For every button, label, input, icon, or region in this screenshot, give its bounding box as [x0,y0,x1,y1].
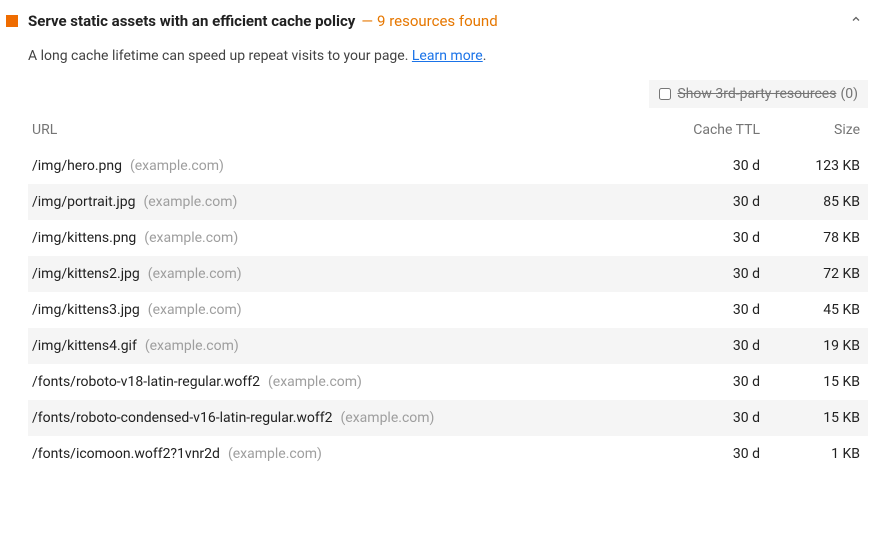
cell-size: 19 KB [760,338,860,354]
cell-ttl: 30 d [640,266,760,282]
cell-url: /fonts/roboto-v18-latin-regular.woff2 (ex… [32,374,640,390]
third-party-label: Show 3rd-party resources [677,86,836,102]
cell-ttl: 30 d [640,410,760,426]
resource-path: /fonts/roboto-condensed-v16-latin-regula… [32,410,333,426]
cell-url: /fonts/icomoon.woff2?1vnr2d (example.com) [32,446,640,462]
description-text: A long cache lifetime can speed up repea… [28,48,412,64]
cell-size: 123 KB [760,158,860,174]
cell-url: /img/hero.png (example.com) [32,158,640,174]
cell-ttl: 30 d [640,194,760,210]
cell-ttl: 30 d [640,158,760,174]
resource-path: /img/kittens2.jpg [32,266,140,282]
chevron-up-icon[interactable] [850,13,862,29]
cell-url: /img/kittens3.jpg (example.com) [32,302,640,318]
cell-size: 15 KB [760,410,860,426]
resource-domain: (example.com) [148,302,242,318]
cell-url: /img/portrait.jpg (example.com) [32,194,640,210]
cell-ttl: 30 d [640,302,760,318]
table-row: /img/kittens4.gif (example.com) 30 d19 KB [28,328,868,364]
resource-domain: (example.com) [143,194,237,210]
third-party-checkbox[interactable] [659,88,671,100]
third-party-toggle[interactable]: Show 3rd-party resources (0) [649,80,868,108]
audit-summary: 9 resources found [377,12,498,30]
resource-path: /fonts/roboto-v18-latin-regular.woff2 [32,374,260,390]
col-header-ttl: Cache TTL [640,122,760,138]
resource-domain: (example.com) [144,230,238,246]
resource-domain: (example.com) [268,374,362,390]
resources-table: URL Cache TTL Size /img/hero.png (example… [0,114,880,476]
resource-path: /img/kittens4.gif [32,338,137,354]
cell-size: 72 KB [760,266,860,282]
resource-path: /img/portrait.jpg [32,194,135,210]
learn-more-link[interactable]: Learn more [412,48,483,64]
cell-ttl: 30 d [640,374,760,390]
table-body: /img/hero.png(example.com)30 d123 KB/img… [28,148,868,472]
table-row: /img/kittens3.jpg (example.com) 30 d45 KB [28,292,868,328]
cell-size: 78 KB [760,230,860,246]
title-separator: — [361,12,373,30]
col-header-url: URL [32,122,640,138]
third-party-count: (0) [840,86,858,102]
cell-url: /img/kittens.png (example.com) [32,230,640,246]
table-row: /fonts/icomoon.woff2?1vnr2d (example.com)… [28,436,868,472]
resource-path: /img/hero.png [32,158,122,174]
resource-path: /fonts/icomoon.woff2?1vnr2d [32,446,220,462]
table-row: /img/portrait.jpg (example.com) 30 d85 KB [28,184,868,220]
severity-indicator-icon [6,15,18,27]
table-row: /img/kittens2.jpg (example.com) 30 d72 KB [28,256,868,292]
cell-url: /fonts/roboto-condensed-v16-latin-regula… [32,410,640,426]
col-header-size: Size [760,122,860,138]
audit-description: A long cache lifetime can speed up repea… [0,34,880,74]
resource-domain: (example.com) [228,446,322,462]
resource-path: /img/kittens.png [32,230,136,246]
cell-size: 45 KB [760,302,860,318]
table-row: /fonts/roboto-v18-latin-regular.woff2 (ex… [28,364,868,400]
third-party-toggle-row: Show 3rd-party resources (0) [0,74,880,114]
resource-domain: (example.com) [130,158,224,174]
table-row: /fonts/roboto-condensed-v16-latin-regula… [28,400,868,436]
description-after: . [483,48,487,64]
cell-size: 1 KB [760,446,860,462]
table-row: /img/kittens.png (example.com) 30 d78 KB [28,220,868,256]
audit-header[interactable]: Serve static assets with an efficient ca… [0,12,880,34]
cell-size: 15 KB [760,374,860,390]
resource-domain: (example.com) [148,266,242,282]
audit-title: Serve static assets with an efficient ca… [28,12,355,30]
resource-path: /img/kittens3.jpg [32,302,140,318]
resource-domain: (example.com) [145,338,239,354]
cell-url: /img/kittens2.jpg (example.com) [32,266,640,282]
cell-size: 85 KB [760,194,860,210]
cell-ttl: 30 d [640,230,760,246]
table-header: URL Cache TTL Size [28,114,868,148]
cell-ttl: 30 d [640,446,760,462]
table-row: /img/hero.png (example.com) 30 d123 KB [28,148,868,184]
cell-ttl: 30 d [640,338,760,354]
cell-url: /img/kittens4.gif (example.com) [32,338,640,354]
resource-domain: (example.com) [341,410,435,426]
